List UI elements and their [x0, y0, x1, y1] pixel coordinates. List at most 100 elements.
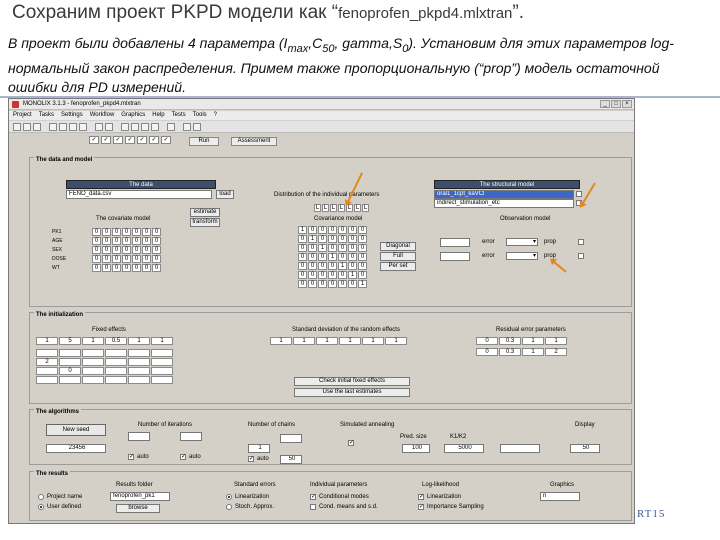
- cov-cell[interactable]: 0: [112, 246, 121, 254]
- cov-cell[interactable]: 0: [112, 237, 121, 245]
- project-name-radio[interactable]: [38, 494, 44, 500]
- new-file-icon[interactable]: [13, 123, 21, 131]
- cvm-cell[interactable]: 0: [348, 262, 357, 270]
- cvm-cell[interactable]: 0: [318, 226, 327, 234]
- chains-extra-field[interactable]: 50: [280, 455, 302, 464]
- cvm-cell[interactable]: 0: [308, 280, 317, 288]
- obs-error-select-1[interactable]: [506, 238, 538, 246]
- empty-cell[interactable]: [128, 367, 150, 375]
- empty-cell[interactable]: [151, 367, 173, 375]
- k2-field[interactable]: [180, 432, 202, 441]
- cov-cell[interactable]: 0: [92, 237, 101, 245]
- cov-cell[interactable]: 0: [102, 237, 111, 245]
- cvm-cell[interactable]: 0: [338, 253, 347, 261]
- cvm-cell[interactable]: 0: [328, 262, 337, 270]
- k1-field[interactable]: [128, 432, 150, 441]
- obs-model-1[interactable]: prop: [544, 239, 556, 245]
- task-icon-1[interactable]: [121, 123, 129, 131]
- chart-icon[interactable]: [167, 123, 175, 131]
- ll-linearization-checkbox[interactable]: ✓: [418, 494, 424, 500]
- graph-icon-2[interactable]: [105, 123, 113, 131]
- fixed-effect-value[interactable]: 1: [151, 337, 173, 345]
- obs-checkbox-2[interactable]: [578, 253, 584, 259]
- empty-cell[interactable]: [151, 349, 173, 357]
- obs-output-1[interactable]: [440, 238, 470, 247]
- dist-letter-2[interactable]: L: [322, 204, 329, 212]
- menu-graphics[interactable]: Graphics: [121, 111, 145, 120]
- cvm-cell[interactable]: 0: [318, 262, 327, 270]
- full-button[interactable]: Full: [380, 252, 416, 261]
- task-checkbox-5[interactable]: ✓: [137, 136, 147, 144]
- transform-button[interactable]: transform: [190, 218, 220, 227]
- res-value[interactable]: 0: [476, 337, 498, 345]
- task-checkbox-3[interactable]: ✓: [113, 136, 123, 144]
- cvm-cell[interactable]: 0: [348, 280, 357, 288]
- browse-button[interactable]: browse: [116, 504, 160, 513]
- menu-tools[interactable]: Tools: [193, 111, 207, 120]
- sd-value[interactable]: 1: [270, 337, 292, 345]
- k1k2-field[interactable]: 5000: [444, 444, 484, 453]
- empty-cell[interactable]: [82, 349, 104, 357]
- cvm-cell[interactable]: 0: [298, 235, 307, 243]
- run-button[interactable]: Run: [189, 137, 219, 146]
- cvm-cell[interactable]: 0: [318, 280, 327, 288]
- covariance-matrix[interactable]: 1000000 0100000 0010000 0001000 0000100 …: [298, 226, 367, 288]
- empty-cell[interactable]: [151, 358, 173, 366]
- run-task-icon-2[interactable]: [59, 123, 67, 131]
- conditional-means-checkbox[interactable]: [310, 504, 316, 510]
- fixed-extra-a[interactable]: 2: [36, 358, 58, 366]
- cov-cell[interactable]: 0: [102, 246, 111, 254]
- covariate-matrix[interactable]: 0000000 0000000 0000000 0000000 0000000: [92, 228, 161, 272]
- cov-cell[interactable]: 0: [152, 228, 161, 236]
- cvm-cell[interactable]: 0: [358, 271, 367, 279]
- empty-cell[interactable]: [82, 367, 104, 375]
- res-value[interactable]: 0.3: [499, 348, 521, 356]
- cvm-cell[interactable]: 0: [318, 253, 327, 261]
- data-file-field[interactable]: FENO_data.csv: [66, 190, 212, 199]
- fixed-effect-value[interactable]: 0.5: [105, 337, 127, 345]
- cov-cell[interactable]: 0: [122, 246, 131, 254]
- dist-letter-7[interactable]: L: [362, 204, 369, 212]
- task-icon-3[interactable]: [141, 123, 149, 131]
- cvm-cell[interactable]: 0: [328, 280, 337, 288]
- obs-error-select-2[interactable]: [506, 252, 538, 260]
- estimate-button[interactable]: estimate: [190, 208, 220, 217]
- cov-cell[interactable]: 0: [152, 255, 161, 263]
- obs-checkbox-1[interactable]: [578, 239, 584, 245]
- simulated-annealing-checkbox[interactable]: ✓: [348, 440, 354, 446]
- data-load-button[interactable]: load: [216, 190, 234, 199]
- empty-cell[interactable]: [59, 358, 81, 366]
- empty-cell[interactable]: [36, 376, 58, 384]
- cov-cell[interactable]: 0: [142, 264, 151, 272]
- cov-cell[interactable]: 0: [152, 264, 161, 272]
- cvm-cell[interactable]: 0: [308, 262, 317, 270]
- task-icon-4[interactable]: [151, 123, 159, 131]
- cvm-cell[interactable]: 1: [318, 244, 327, 252]
- k1-auto-checkbox[interactable]: ✓: [128, 454, 134, 460]
- cov-cell[interactable]: 0: [102, 255, 111, 263]
- cvm-cell[interactable]: 0: [338, 244, 347, 252]
- cvm-cell[interactable]: 1: [298, 226, 307, 234]
- fixed-extra-b[interactable]: 0: [59, 367, 81, 375]
- cov-cell[interactable]: 0: [142, 255, 151, 263]
- sd-value[interactable]: 1: [339, 337, 361, 345]
- k2-auto-checkbox[interactable]: ✓: [180, 454, 186, 460]
- empty-cell[interactable]: [128, 358, 150, 366]
- empty-cell[interactable]: [151, 376, 173, 384]
- cvm-cell[interactable]: 1: [328, 253, 337, 261]
- cvm-cell[interactable]: 1: [358, 280, 367, 288]
- cov-cell[interactable]: 0: [122, 255, 131, 263]
- diagonal-button[interactable]: Diagonal: [380, 242, 416, 251]
- cov-cell[interactable]: 0: [122, 228, 131, 236]
- cov-cell[interactable]: 0: [152, 246, 161, 254]
- cov-cell[interactable]: 0: [132, 264, 141, 272]
- menu-tests[interactable]: Tests: [172, 111, 186, 120]
- cov-cell[interactable]: 0: [92, 264, 101, 272]
- empty-cell[interactable]: [105, 349, 127, 357]
- cvm-cell[interactable]: 0: [308, 253, 317, 261]
- empty-cell[interactable]: [36, 367, 58, 375]
- cvm-cell[interactable]: 0: [308, 271, 317, 279]
- dist-letter-1[interactable]: L: [314, 204, 321, 212]
- empty-cell[interactable]: [82, 376, 104, 384]
- cov-cell[interactable]: 0: [122, 237, 131, 245]
